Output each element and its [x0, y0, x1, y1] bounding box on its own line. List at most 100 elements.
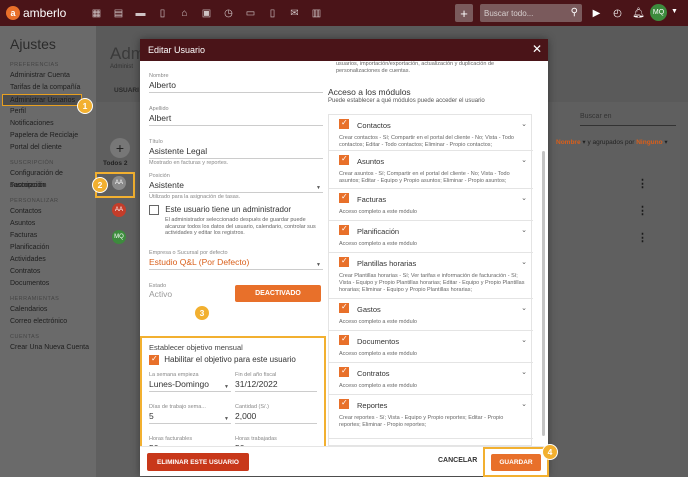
module-item[interactable]: Facturas ⌄ Acceso completo a este módulo — [329, 189, 533, 221]
timer-icon[interactable]: ◴ — [611, 7, 624, 19]
title-field[interactable]: Título Asistente Legal Mostrado en factu… — [149, 139, 323, 166]
chevron-down-icon[interactable]: ⌄ — [521, 304, 527, 312]
dashboard-icon[interactable]: ▦ — [90, 7, 103, 19]
calendar-icon[interactable]: ▣ — [200, 7, 213, 19]
week-start-select[interactable]: Lunes-Domingo ▼ — [149, 378, 231, 392]
global-search-input[interactable]: Buscar todo... ⚲ — [480, 4, 582, 22]
position-field[interactable]: Posición Asistente ▼ Utilizado para la as… — [149, 173, 323, 200]
module-checkbox[interactable] — [339, 154, 349, 165]
logo[interactable]: a amberlo — [0, 6, 86, 20]
chevron-down-icon[interactable]: ⌄ — [521, 258, 527, 266]
sidebar-item-rates[interactable]: Tarifas de la compañía — [10, 82, 96, 94]
module-checkbox[interactable] — [339, 192, 349, 203]
sidebar-item-contracts[interactable]: Contratos — [10, 266, 96, 278]
module-item[interactable]: Contratos ⌄ Acceso completo a este módulo — [329, 363, 533, 395]
contacts-icon[interactable]: ▤ — [112, 7, 125, 19]
close-icon[interactable]: ✕ — [532, 42, 542, 56]
goal-enable-checkbox[interactable] — [149, 354, 159, 365]
week-start-field[interactable]: La semana empieza Lunes-Domingo ▼ — [149, 372, 231, 392]
mail-icon[interactable]: ✉ — [288, 7, 301, 19]
module-item[interactable]: Plantillas horarias ⌄ Crear Plantillas hor… — [329, 253, 533, 299]
sort-field[interactable]: Nombre — [556, 139, 581, 146]
reports-icon[interactable]: ▥ — [310, 7, 323, 19]
cancel-button[interactable]: CANCELAR — [438, 457, 477, 464]
module-item[interactable]: Reportes ⌄ Crear reportes - Sí; Vista - Eq… — [329, 395, 533, 439]
chevron-down-icon[interactable]: ▼ — [671, 8, 678, 15]
goal-enable-option[interactable]: Habilitar el objetivo para este usuario — [149, 354, 296, 365]
invoice-icon[interactable]: ▯ — [156, 7, 169, 19]
sidebar-item-planning[interactable]: Planificación — [10, 242, 96, 254]
documents-icon[interactable]: ▯ — [266, 7, 279, 19]
history-icon[interactable]: ◷ — [222, 7, 235, 19]
filter-all[interactable]: Todos 2 — [103, 160, 127, 167]
users-search-input[interactable]: Buscar en — [580, 110, 676, 126]
sidebar-item-admin-account[interactable]: Administrar Cuenta — [10, 70, 96, 82]
folder-icon[interactable]: ▭ — [244, 7, 257, 19]
module-checkbox[interactable] — [339, 366, 349, 377]
billable-hours-field[interactable]: Horas facturables 50 — [149, 436, 231, 446]
tab-users[interactable]: USUARI — [114, 87, 139, 94]
sidebar-item-calendars[interactable]: Calendarios — [10, 304, 96, 316]
admin-option[interactable]: Este usuario tiene un administrador El a… — [149, 205, 323, 237]
group-field[interactable]: Ninguno — [636, 139, 662, 146]
module-item[interactable]: Gastos ⌄ Acceso completo a este módulo — [329, 299, 533, 331]
play-icon[interactable]: ▶ — [590, 7, 603, 19]
module-checkbox[interactable] — [339, 224, 349, 235]
module-item[interactable]: Planificación ⌄ Acceso completo a este mód… — [329, 221, 533, 253]
last-name-input[interactable]: Albert — [149, 112, 323, 126]
sidebar-item-activities[interactable]: Actividades — [10, 254, 96, 266]
sidebar-item-subscription[interactable]: Configuración de suscripción — [10, 168, 96, 189]
sidebar-item-recycle-bin[interactable]: Papelera de Reciclaje — [10, 130, 96, 142]
first-name-field[interactable]: Nombre Alberto — [149, 73, 323, 93]
position-select[interactable]: Asistente ▼ — [149, 179, 323, 193]
user-avatar[interactable]: MQ — [650, 4, 667, 21]
worked-hours-field[interactable]: Horas trabajadas 50 — [235, 436, 317, 446]
chevron-down-icon[interactable]: ⌄ — [521, 400, 527, 408]
module-checkbox[interactable] — [339, 118, 349, 129]
work-days-select[interactable]: 5 ▼ — [149, 410, 231, 424]
module-checkbox[interactable] — [339, 256, 349, 267]
sidebar-item-invoices[interactable]: Facturas — [10, 230, 96, 242]
chevron-down-icon[interactable]: ⌄ — [521, 368, 527, 376]
quick-add-button[interactable]: + — [455, 4, 473, 22]
company-field[interactable]: Empresa o Sucursal por defecto Estudio Q… — [149, 250, 323, 270]
chevron-down-icon[interactable]: ⌄ — [521, 120, 527, 128]
chevron-down-icon[interactable]: ⌄ — [521, 226, 527, 234]
amount-input[interactable]: 2,000 — [235, 410, 317, 424]
first-name-input[interactable]: Alberto — [149, 79, 323, 93]
fiscal-year-end-input[interactable]: 31/12/2022 — [235, 378, 317, 392]
sidebar-item-billing[interactable]: Facturación — [10, 180, 96, 192]
company-select[interactable]: Estudio Q&L (Por Defecto) ▼ — [149, 256, 323, 270]
admin-checkbox[interactable] — [149, 205, 159, 215]
sidebar-item-email[interactable]: Correo electrónico — [10, 316, 96, 328]
more-icon[interactable]: ⋮ — [637, 204, 648, 217]
sidebar-item-matters[interactable]: Asuntos — [10, 218, 96, 230]
module-checkbox[interactable] — [339, 302, 349, 313]
sidebar-item-notifications[interactable]: Notificaciones — [10, 118, 96, 130]
last-name-field[interactable]: Apellido Albert — [149, 106, 323, 126]
chevron-down-icon[interactable]: ⌄ — [521, 156, 527, 164]
chevron-down-icon[interactable]: ⌄ — [521, 336, 527, 344]
sidebar-item-documents[interactable]: Documentos — [10, 278, 96, 290]
bank-icon[interactable]: ⌂ — [178, 7, 191, 19]
deactivate-button[interactable]: DEACTIVADO — [235, 285, 321, 302]
amount-field[interactable]: Cantidad (S/.) 2,000 — [235, 404, 317, 424]
sidebar-item-client-portal[interactable]: Portal del cliente — [10, 142, 96, 154]
module-item[interactable]: Asuntos ⌄ Crear asuntos - Sí; Compartir en… — [329, 151, 533, 189]
work-days-field[interactable]: Días de trabajo sema... 5 ▼ — [149, 404, 231, 424]
group-by[interactable]: Nombre ▾ y agrupados por Ninguno ▾ — [556, 138, 668, 146]
more-icon[interactable]: ⋮ — [637, 231, 648, 244]
add-user-button[interactable]: + — [110, 138, 130, 158]
sidebar-item-contacts[interactable]: Contactos — [10, 206, 96, 218]
sidebar-item-new-account[interactable]: Crear Una Nueva Cuenta — [10, 342, 96, 354]
briefcase-icon[interactable]: ▬ — [134, 7, 147, 19]
module-item[interactable]: Contactos ⌄ Crear contactos - Sí; Comparti… — [329, 115, 533, 151]
save-button[interactable]: GUARDAR — [491, 454, 541, 471]
title-input[interactable]: Asistente Legal — [149, 145, 323, 159]
sidebar-item-admin-users[interactable]: Administrar Usuarios — [2, 94, 82, 106]
dialog-scrollbar[interactable] — [542, 151, 545, 436]
fiscal-year-end-field[interactable]: Fin del año fiscal 31/12/2022 — [235, 372, 317, 392]
bell-icon[interactable]: 🔔︎ — [632, 7, 645, 19]
search-icon[interactable]: ⚲ — [571, 7, 578, 18]
module-checkbox[interactable] — [339, 398, 349, 409]
